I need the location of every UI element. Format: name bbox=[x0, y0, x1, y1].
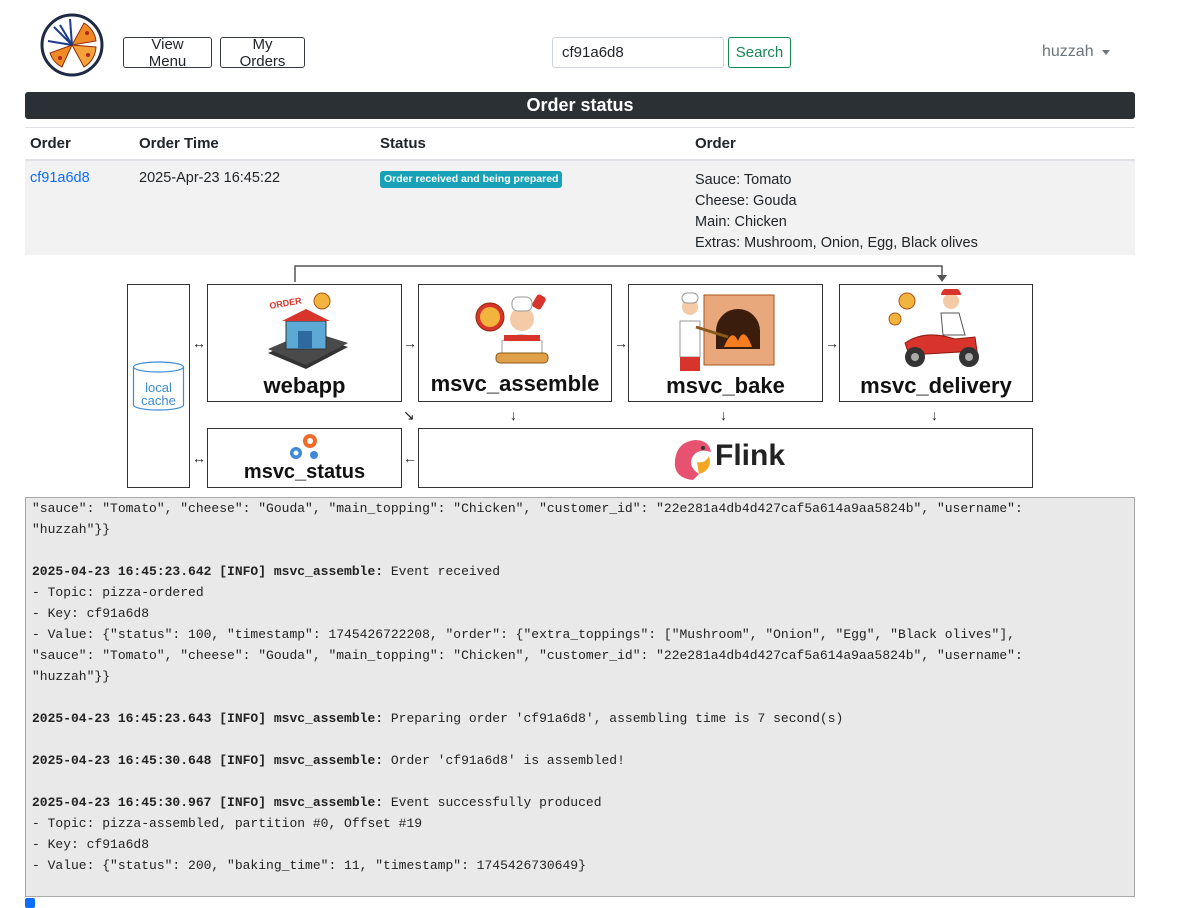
delivery-scooter-icon bbox=[888, 289, 979, 367]
log-line-prefix: 2025-04-23 16:45:23.643 [INFO] msvc_asse… bbox=[32, 711, 384, 726]
log-line-text: - Topic: pizza-assembled, partition #0, … bbox=[32, 816, 423, 831]
arrow-delivery-flink: ↓ bbox=[931, 407, 938, 423]
arrow-flink-status: ← bbox=[403, 450, 417, 466]
view-menu-button[interactable]: View Menu bbox=[123, 36, 212, 70]
flink-squirrel-logo bbox=[674, 440, 711, 480]
log-line: - Key: cf91a6d8 bbox=[32, 603, 1128, 624]
pizza-order-phone-icon: ORDER bbox=[268, 292, 348, 369]
gears-icon bbox=[290, 434, 318, 459]
log-line-prefix: 2025-04-23 16:45:23.642 [INFO] msvc_asse… bbox=[32, 564, 384, 579]
log-line-text: Preparing order 'cf91a6d8', assembling t… bbox=[383, 711, 844, 726]
app-logo[interactable] bbox=[40, 13, 104, 77]
order-details: Sauce: Tomato Cheese: Gouda Main: Chicke… bbox=[695, 170, 978, 254]
table-row: cf91a6d8 2025-Apr-23 16:45:22 Order rece… bbox=[25, 161, 1135, 255]
arrow-cache-webapp: ↔ bbox=[192, 335, 206, 351]
msvc-bake-box: msvc_bake bbox=[628, 284, 823, 402]
log-line: - Value: {"status": 100, "timestamp": 17… bbox=[32, 624, 1128, 645]
autoscroll-checkbox[interactable] bbox=[25, 898, 35, 908]
log-gap bbox=[32, 540, 1128, 561]
log-line: - Topic: pizza-ordered bbox=[32, 582, 1128, 603]
log-line: 2025-04-23 16:45:23.643 [INFO] msvc_asse… bbox=[32, 708, 1128, 729]
flink-label: Flink bbox=[715, 439, 786, 472]
log-line: - Value: {"status": 200, "baking_time": … bbox=[32, 855, 1128, 876]
log-line-text: Event successfully produced bbox=[383, 795, 602, 810]
msvc-bake-label: msvc_bake bbox=[666, 373, 785, 398]
log-line: "huzzah"}} bbox=[32, 666, 1128, 687]
local-cache-box: local cache bbox=[127, 284, 190, 488]
order-sauce: Sauce: Tomato bbox=[695, 172, 792, 188]
order-cheese: Cheese: Gouda bbox=[695, 193, 797, 209]
log-gap bbox=[32, 687, 1128, 708]
log-line: 2025-04-23 16:45:23.642 [INFO] msvc_asse… bbox=[32, 561, 1128, 582]
table-header: Order Order Time Status Order bbox=[25, 127, 1135, 161]
log-line-text: - Key: cf91a6d8 bbox=[32, 837, 150, 852]
log-line-text: "sauce": "Tomato", "cheese": "Gouda", "m… bbox=[32, 648, 1023, 663]
log-line: 2025-04-23 16:45:30.648 [INFO] msvc_asse… bbox=[32, 750, 1128, 771]
arrow-bake-flink: ↓ bbox=[720, 407, 727, 423]
log-line-text: "huzzah"}} bbox=[32, 522, 111, 537]
flink-box: Flink bbox=[418, 428, 1033, 488]
log-line: - Key: cf91a6d8 bbox=[32, 834, 1128, 855]
cache-label-line2: cache bbox=[141, 393, 176, 408]
log-gap bbox=[32, 729, 1128, 750]
svg-text:ORDER: ORDER bbox=[269, 295, 303, 311]
log-line-prefix: 2025-04-23 16:45:30.648 [INFO] msvc_asse… bbox=[32, 753, 384, 768]
chef-assembling-icon bbox=[475, 294, 549, 364]
log-line-prefix: 2025-04-23 16:45:30.967 [INFO] msvc_asse… bbox=[32, 795, 384, 810]
log-line: "huzzah"}} bbox=[32, 519, 1128, 540]
log-gap bbox=[32, 771, 1128, 792]
webapp-label: webapp bbox=[263, 373, 346, 398]
msvc-assemble-box: msvc_assemble bbox=[418, 284, 612, 402]
log-line: - Topic: pizza-assembled, partition #0, … bbox=[32, 813, 1128, 834]
msvc-delivery-label: msvc_delivery bbox=[860, 373, 1012, 398]
log-line-text: - Key: cf91a6d8 bbox=[32, 606, 150, 621]
arrow-cache-status: ↔ bbox=[192, 450, 206, 466]
log-line: 2025-04-23 16:45:30.967 [INFO] msvc_asse… bbox=[32, 792, 1128, 813]
chef-oven-icon bbox=[679, 292, 775, 371]
username-label: huzzah bbox=[1042, 43, 1094, 60]
order-table: Order Order Time Status Order cf91a6d8 2… bbox=[25, 127, 1135, 255]
arrow-webapp-assemble: → bbox=[403, 335, 417, 351]
msvc-status-label: msvc_status bbox=[243, 461, 366, 483]
msvc-delivery-box: msvc_delivery bbox=[839, 284, 1033, 402]
log-line-text: "huzzah"}} bbox=[32, 669, 111, 684]
page-title: Order status bbox=[25, 92, 1135, 119]
log-line-text: - Value: {"status": 100, "timestamp": 17… bbox=[32, 627, 1015, 642]
user-dropdown[interactable]: huzzah bbox=[1042, 43, 1110, 61]
search-input[interactable] bbox=[552, 37, 724, 68]
column-header-order: Order bbox=[30, 135, 71, 152]
arrow-assemble-flink: ↓ bbox=[510, 407, 517, 423]
my-orders-button[interactable]: My Orders bbox=[220, 36, 305, 70]
msvc-status-box: msvc_status bbox=[207, 428, 402, 488]
log-line-text: - Topic: pizza-ordered bbox=[32, 585, 204, 600]
log-line: "sauce": "Tomato", "cheese": "Gouda", "m… bbox=[32, 498, 1128, 519]
top-connector-arrow bbox=[294, 265, 947, 282]
order-id-link[interactable]: cf91a6d8 bbox=[30, 170, 90, 186]
column-header-status: Status bbox=[380, 135, 426, 152]
log-line-text: Order 'cf91a6d8' is assembled! bbox=[383, 753, 625, 768]
order-time: 2025-Apr-23 16:45:22 bbox=[139, 170, 281, 186]
order-main: Main: Chicken bbox=[695, 214, 787, 230]
column-header-order-time: Order Time bbox=[139, 135, 219, 152]
column-header-order-details: Order bbox=[695, 135, 736, 152]
arrow-bake-delivery: → bbox=[825, 335, 839, 351]
log-line: "sauce": "Tomato", "cheese": "Gouda", "m… bbox=[32, 645, 1128, 666]
status-badge: Order received and being prepared bbox=[380, 171, 563, 188]
log-line-text: "sauce": "Tomato", "cheese": "Gouda", "m… bbox=[32, 501, 1023, 516]
log-line-text: Event received bbox=[383, 564, 501, 579]
msvc-assemble-label: msvc_assemble bbox=[430, 371, 600, 396]
arrow-webapp-flink: ↘ bbox=[403, 407, 415, 423]
caret-down-icon bbox=[1101, 49, 1110, 55]
log-line-text: - Value: {"status": 200, "baking_time": … bbox=[32, 858, 586, 873]
search-button[interactable]: Search bbox=[728, 37, 791, 68]
event-log-panel[interactable]: "sauce": "Tomato", "cheese": "Gouda", "m… bbox=[25, 497, 1135, 897]
webapp-box: ORDER webapp bbox=[207, 284, 402, 402]
order-extras: Extras: Mushroom, Onion, Egg, Black oliv… bbox=[695, 235, 978, 251]
arrow-assemble-bake: → bbox=[614, 335, 628, 351]
